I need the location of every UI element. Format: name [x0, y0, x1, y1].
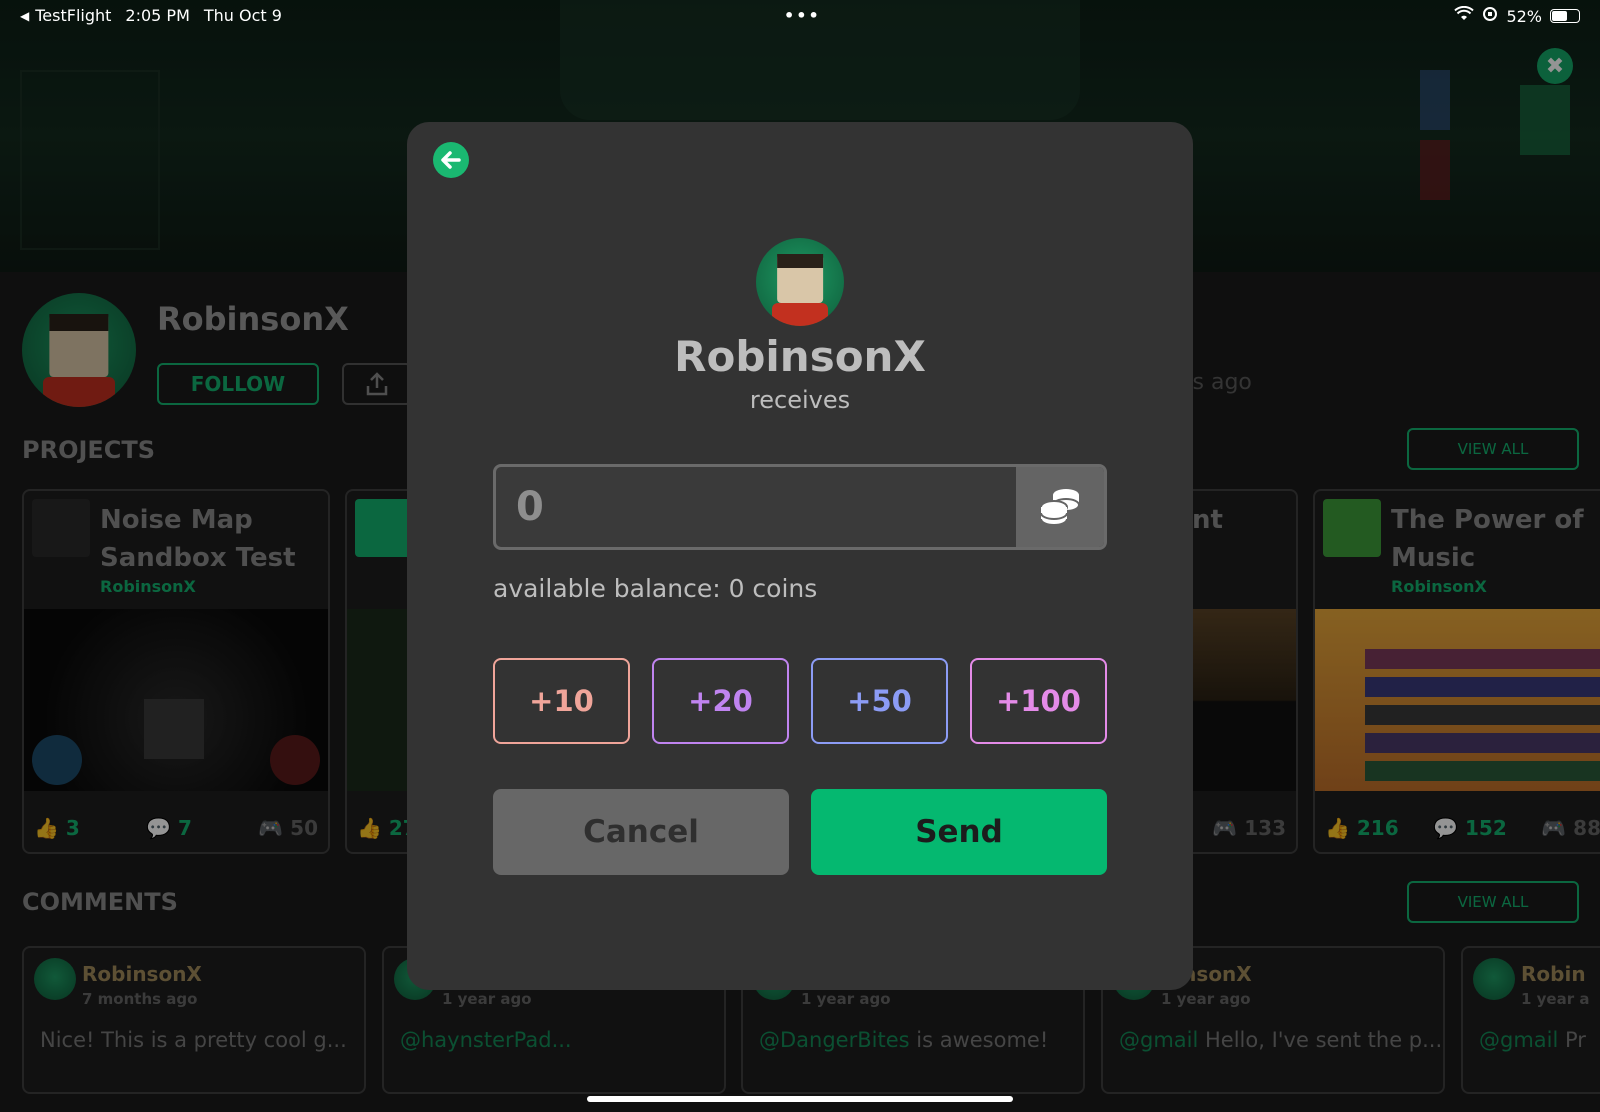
add-10-button[interactable]: +10 — [493, 658, 630, 744]
back-app-link[interactable]: TestFlight — [35, 6, 111, 25]
available-balance: available balance: 0 coins — [493, 574, 818, 603]
back-button[interactable] — [433, 142, 469, 178]
status-time: 2:05 PM — [125, 6, 190, 25]
send-coins-modal: RobinsonX receives available balance: 0 … — [407, 122, 1193, 990]
battery-icon — [1550, 9, 1580, 23]
multitasking-dots-icon[interactable]: ••• — [784, 6, 821, 25]
amount-input[interactable] — [496, 467, 1020, 547]
send-button[interactable]: Send — [811, 789, 1107, 875]
coins-icon — [1016, 467, 1104, 547]
add-100-button[interactable]: +100 — [970, 658, 1107, 744]
amount-field — [493, 464, 1107, 550]
status-date: Thu Oct 9 — [203, 6, 282, 25]
arrow-left-icon — [441, 151, 461, 169]
back-triangle-icon[interactable]: ◀ — [20, 9, 29, 23]
recipient-avatar — [756, 238, 844, 326]
status-bar: ◀ TestFlight 2:05 PM Thu Oct 9 ••• 52% — [0, 0, 1600, 32]
receives-label: receives — [749, 386, 851, 414]
add-20-button[interactable]: +20 — [652, 658, 789, 744]
home-indicator[interactable] — [587, 1096, 1013, 1102]
recipient-name: RobinsonX — [674, 332, 926, 381]
cancel-button[interactable]: Cancel — [493, 789, 789, 875]
wifi-icon — [1454, 5, 1475, 26]
orientation-lock-icon — [1482, 6, 1498, 26]
add-50-button[interactable]: +50 — [811, 658, 948, 744]
battery-percent: 52% — [1506, 6, 1542, 26]
